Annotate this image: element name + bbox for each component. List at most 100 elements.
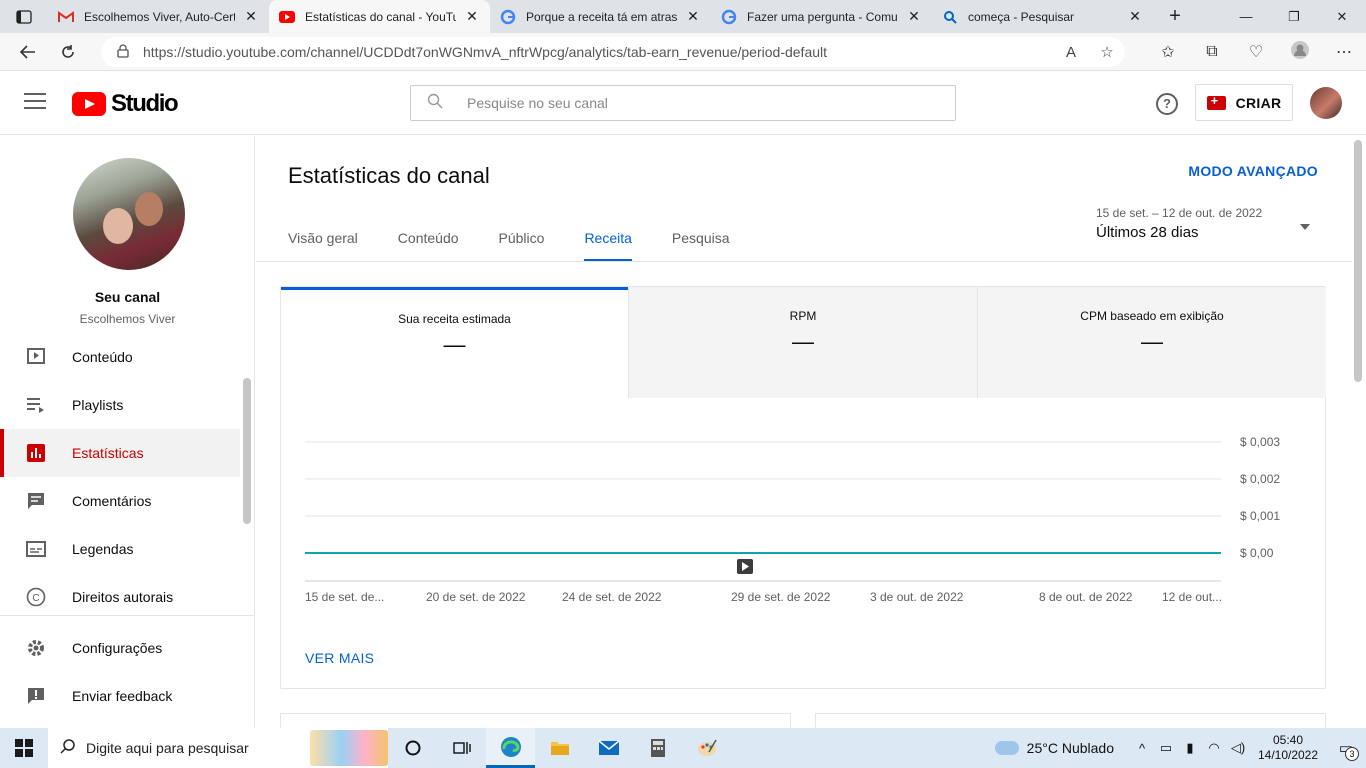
metric-value: — — [443, 332, 466, 357]
account-avatar[interactable] — [1310, 87, 1342, 119]
metric-value: — — [792, 329, 814, 354]
sidebar-item-label: Estatísticas — [72, 445, 144, 461]
system-clock[interactable]: 05:40 14/10/2022 — [1256, 733, 1320, 763]
sidebar-item-settings[interactable]: Configurações — [0, 624, 240, 672]
browser-tab-4[interactable]: começa - Pesquisar ✕ — [932, 0, 1153, 33]
browser-tab-2[interactable]: Porque a receita tá em atraso ✕ — [490, 0, 711, 33]
sidebar-item-copyright[interactable]: C Direitos autorais — [0, 573, 240, 621]
collections-icon[interactable]: ⧉ — [1190, 43, 1234, 61]
restore-button[interactable]: ❐ — [1270, 0, 1318, 33]
paint-icon[interactable] — [682, 728, 731, 768]
file-explorer-icon[interactable] — [535, 728, 584, 768]
tab-overview[interactable]: Visão geral — [288, 216, 358, 262]
video-published-marker-icon[interactable] — [737, 559, 753, 574]
sidebar-item-playlists[interactable]: Playlists — [0, 381, 240, 429]
svg-text:C: C — [32, 593, 39, 604]
close-window-button[interactable]: ✕ — [1318, 0, 1366, 33]
help-icon[interactable]: ? — [1156, 93, 1178, 115]
cloudy-weather-icon — [994, 741, 1019, 755]
sidebar-item-analytics[interactable]: Estatísticas — [0, 429, 240, 477]
sidebar-item-feedback[interactable]: Enviar feedback — [0, 672, 240, 720]
x-tick-label: 12 de out... — [1162, 590, 1222, 604]
search-placeholder: Pesquise no seu canal — [467, 95, 608, 111]
studio-sidebar: Seu canal Escolhemos Viver Conteúdo Play… — [0, 136, 255, 728]
close-tab-icon[interactable]: ✕ — [243, 8, 259, 25]
x-tick-label: 24 de set. de 2022 — [562, 590, 662, 604]
back-button[interactable] — [8, 33, 48, 71]
browser-tab-1[interactable]: Estatísticas do canal - YouTub ✕ — [269, 0, 490, 33]
minimize-button[interactable]: — — [1222, 0, 1270, 33]
advanced-mode-button[interactable]: MODO AVANÇADO — [1188, 163, 1318, 179]
sidebar-scrollbar[interactable] — [243, 378, 251, 524]
search-highlight-illustration — [310, 730, 388, 766]
edge-browser-icon[interactable] — [486, 728, 535, 768]
sidebar-item-label: Legendas — [72, 541, 134, 557]
channel-search-input[interactable]: Pesquise no seu canal — [410, 85, 956, 121]
favorites-icon[interactable]: ✩ — [1146, 42, 1190, 62]
new-tab-button[interactable]: + — [1153, 0, 1197, 33]
sidebar-item-content[interactable]: Conteúdo — [0, 333, 240, 381]
refresh-button[interactable] — [48, 33, 88, 71]
notification-count: 3 — [1345, 747, 1359, 761]
create-button[interactable]: CRIAR — [1195, 84, 1293, 121]
volume-icon[interactable]: ◁) — [1226, 740, 1250, 756]
address-bar[interactable]: https://studio.youtube.com/channel/UCDDd… — [101, 37, 1125, 67]
profile-icon[interactable] — [1278, 40, 1322, 65]
mail-icon[interactable] — [584, 728, 633, 768]
more-options-icon[interactable]: ⋯ — [1322, 42, 1366, 62]
browser-essentials-icon[interactable]: ♡ — [1234, 42, 1278, 62]
notifications-icon[interactable]: ▭ 3 — [1326, 739, 1366, 761]
close-tab-icon[interactable]: ✕ — [685, 8, 701, 25]
metric-cpm[interactable]: CPM baseado em exibição — — [977, 287, 1326, 398]
battery-icon[interactable]: ▮ — [1178, 740, 1202, 756]
read-aloud-icon[interactable]: A — [1053, 44, 1089, 61]
sidebar-item-label: Comentários — [72, 493, 152, 509]
see-more-link[interactable]: VER MAIS — [305, 650, 374, 666]
metric-estimated-revenue[interactable]: Sua receita estimada — — [281, 287, 628, 398]
task-view-icon[interactable] — [437, 728, 486, 768]
browser-tab-0[interactable]: Escolhemos Viver, Auto-Certif ✕ — [48, 0, 269, 33]
secondary-card — [815, 713, 1326, 728]
playlists-icon — [25, 394, 47, 416]
metric-value: — — [1141, 329, 1163, 354]
wifi-icon[interactable]: ◠ — [1202, 740, 1226, 756]
sidebar-item-label: Direitos autorais — [72, 589, 174, 605]
camera-icon[interactable]: ▭ — [1154, 740, 1178, 756]
metric-rpm[interactable]: RPM — — [628, 287, 977, 398]
browser-tab-3[interactable]: Fazer uma pergunta - Comun ✕ — [711, 0, 932, 33]
sidebar-item-comments[interactable]: Comentários — [0, 477, 240, 525]
x-tick-label: 15 de set. de... — [305, 590, 384, 604]
analytics-tabs: Visão geral Conteúdo Público Receita Pes… — [288, 216, 770, 262]
url-text[interactable]: https://studio.youtube.com/channel/UCDDd… — [143, 44, 1053, 60]
sidebar-item-subtitles[interactable]: Legendas — [0, 525, 240, 573]
menu-icon[interactable] — [24, 93, 46, 111]
browser-toolbar: https://studio.youtube.com/channel/UCDDd… — [0, 33, 1366, 71]
tab-actions-icon[interactable] — [0, 0, 48, 33]
windows-start-icon[interactable] — [0, 728, 48, 768]
cortana-icon[interactable] — [388, 728, 437, 768]
close-tab-icon[interactable]: ✕ — [464, 8, 480, 25]
search-icon — [942, 9, 958, 25]
weather-widget[interactable]: 25°C Nublado — [994, 740, 1114, 756]
content-icon — [25, 346, 47, 368]
studio-logo[interactable]: Studio — [72, 90, 179, 118]
close-tab-icon[interactable]: ✕ — [906, 8, 922, 25]
calculator-icon[interactable] — [633, 728, 682, 768]
revenue-card: Sua receita estimada — RPM — CPM baseado… — [280, 286, 1326, 689]
tab-audience[interactable]: Público — [499, 216, 545, 262]
tab-research[interactable]: Pesquisa — [672, 216, 730, 262]
chevron-up-icon[interactable]: ^ — [1130, 741, 1154, 756]
settings-icon — [25, 637, 47, 659]
add-favorite-icon[interactable]: ☆ — [1089, 43, 1125, 61]
clock-time: 05:40 — [1272, 733, 1304, 747]
tab-content[interactable]: Conteúdo — [398, 216, 459, 262]
main-scrollbar[interactable] — [1354, 140, 1362, 382]
y-tick-label: $ 0,001 — [1240, 509, 1280, 523]
channel-avatar[interactable] — [73, 158, 185, 270]
lock-icon[interactable] — [117, 43, 129, 61]
close-tab-icon[interactable]: ✕ — [1127, 8, 1143, 25]
date-range-picker[interactable]: 15 de set. – 12 de out. de 2022 Últimos … — [1096, 206, 1316, 246]
taskbar-search-input[interactable]: Digite aqui para pesquisar — [48, 728, 388, 768]
tab-revenue[interactable]: Receita — [584, 216, 633, 262]
weather-text: 25°C Nublado — [1026, 740, 1114, 756]
